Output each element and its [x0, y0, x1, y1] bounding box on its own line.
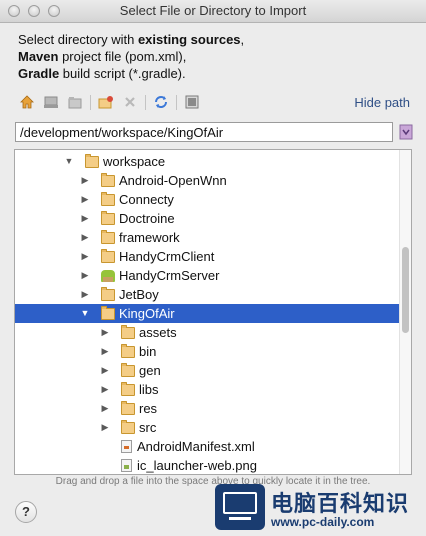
description-text: Select directory with [18, 32, 138, 47]
collapsed-arrow-icon[interactable]: ▶ [80, 285, 90, 304]
tree-row-label: HandyCrmClient [119, 249, 215, 264]
collapsed-arrow-icon[interactable]: ▶ [100, 323, 110, 342]
expanded-arrow-icon[interactable]: ▼ [80, 304, 90, 323]
folder-icon [101, 210, 115, 225]
tree-row-label: assets [139, 325, 177, 340]
path-history-icon[interactable] [399, 124, 413, 140]
desktop-icon[interactable] [43, 94, 59, 110]
toolbar-separator [145, 95, 146, 110]
tree-row[interactable]: ▶ JetBoy [15, 285, 399, 304]
folder-icon [101, 286, 115, 301]
collapsed-arrow-icon[interactable]: ▶ [100, 418, 110, 437]
folder-icon [101, 191, 115, 206]
collapsed-arrow-icon[interactable]: ▶ [80, 228, 90, 247]
description-text: build script (*.gradle). [59, 66, 186, 81]
description-bold: Maven [18, 49, 59, 64]
new-folder-icon[interactable] [98, 94, 114, 110]
tree-row-label: workspace [103, 154, 166, 169]
collapsed-arrow-icon[interactable]: ▶ [100, 399, 110, 418]
folder-icon [121, 343, 135, 358]
file-chooser-toolbar: Hide path [14, 91, 412, 115]
show-hidden-icon[interactable] [184, 94, 200, 110]
tree-row[interactable]: ▶ libs [15, 380, 399, 399]
tree-row-label: JetBoy [119, 287, 159, 302]
collapsed-arrow-icon[interactable]: ▶ [80, 190, 90, 209]
hide-path-link[interactable]: Hide path [354, 95, 410, 110]
collapsed-arrow-icon[interactable]: ▶ [80, 171, 90, 190]
tree-row-label: res [139, 401, 158, 416]
tree-row[interactable]: ▶ bin [15, 342, 399, 361]
collapsed-arrow-icon[interactable]: ▶ [80, 209, 90, 228]
description-bold: existing sources [137, 32, 241, 47]
tree-row-label: gen [139, 363, 161, 378]
tree-row[interactable]: ▼ KingOfAir [15, 304, 399, 323]
tree-row-label: bin [139, 344, 157, 359]
description-text: project file (pom.xml), [58, 49, 187, 64]
tree-row-label: AndroidManifest.xml [137, 439, 255, 454]
description-text: , [240, 32, 245, 47]
folder-icon [121, 324, 135, 339]
path-field[interactable] [15, 122, 393, 142]
tree-row-label: Doctroine [119, 211, 175, 226]
collapsed-arrow-icon[interactable]: ▶ [100, 380, 110, 399]
tree-row[interactable]: ic_launcher-web.png [15, 456, 399, 474]
tree-row[interactable]: ▶ Android-OpenWnn [15, 171, 399, 190]
tree-row[interactable]: ▶ HandyCrmClient [15, 247, 399, 266]
dialog-description: Select directory with existing sources, … [18, 31, 408, 82]
tree-row-label: Connecty [119, 192, 174, 207]
folder-icon [101, 229, 115, 244]
folder-icon [101, 248, 115, 263]
android-module-icon [101, 269, 115, 282]
tree-row[interactable]: ▶ res [15, 399, 399, 418]
folder-icon [121, 381, 135, 396]
tree-row[interactable]: ▶ Doctroine [15, 209, 399, 228]
watermark: 电脑百科知识 www.pc-daily.com [212, 476, 426, 536]
refresh-icon[interactable] [153, 94, 169, 110]
folder-icon [101, 305, 115, 320]
title-bar: Select File or Directory to Import [0, 0, 426, 23]
tree-row-label: HandyCrmServer [119, 268, 220, 283]
file-tree[interactable]: ▼ workspace ▶ Android-OpenWnn ▶ Connecty ▶ Doct… [14, 149, 412, 475]
toolbar-separator [176, 95, 177, 110]
window-title: Select File or Directory to Import [119, 3, 307, 18]
tree-row-label: src [139, 420, 157, 435]
tree-row[interactable]: AndroidManifest.xml [15, 437, 399, 456]
tree-row[interactable]: ▶ Connecty [15, 190, 399, 209]
tree-row[interactable]: ▶ HandyCrmServer [15, 266, 399, 285]
tree-row[interactable]: ▼ workspace [15, 152, 399, 171]
folder-icon [121, 362, 135, 377]
help-button[interactable]: ? [15, 501, 37, 523]
tree-row-label: KingOfAir [119, 306, 175, 321]
project-folder-icon[interactable] [67, 94, 83, 110]
tree-row[interactable]: ▶ assets [15, 323, 399, 342]
tree-row-label: ic_launcher-web.png [137, 458, 257, 473]
png-file-icon [121, 459, 132, 472]
collapsed-arrow-icon[interactable]: ▶ [100, 361, 110, 380]
folder-icon [121, 419, 135, 434]
tree-row[interactable]: ▶ src [15, 418, 399, 437]
home-icon[interactable] [19, 94, 35, 110]
folder-icon [121, 400, 135, 415]
watermark-url: www.pc-daily.com [271, 515, 375, 529]
tree-row[interactable]: ▶ framework [15, 228, 399, 247]
folder-icon [85, 153, 99, 168]
collapsed-arrow-icon[interactable]: ▶ [100, 342, 110, 361]
scrollbar-thumb[interactable] [402, 247, 409, 333]
collapsed-arrow-icon[interactable]: ▶ [80, 247, 90, 266]
tree-scrollbar[interactable] [399, 150, 411, 474]
toolbar-separator [90, 95, 91, 110]
collapsed-arrow-icon[interactable]: ▶ [80, 266, 90, 285]
watermark-text: 电脑百科知识 [271, 491, 410, 516]
tree-row-label: Android-OpenWnn [119, 173, 227, 188]
tree-row-label: framework [119, 230, 180, 245]
expanded-arrow-icon[interactable]: ▼ [64, 152, 74, 171]
import-dialog: Select File or Directory to Import Selec… [0, 0, 426, 536]
tree-row-label: libs [139, 382, 159, 397]
watermark-logo-icon [215, 484, 265, 530]
delete-icon[interactable] [122, 94, 138, 110]
description-bold: Gradle [18, 66, 60, 81]
tree-row[interactable]: ▶ gen [15, 361, 399, 380]
xml-file-icon [121, 440, 132, 453]
folder-icon [101, 172, 115, 187]
